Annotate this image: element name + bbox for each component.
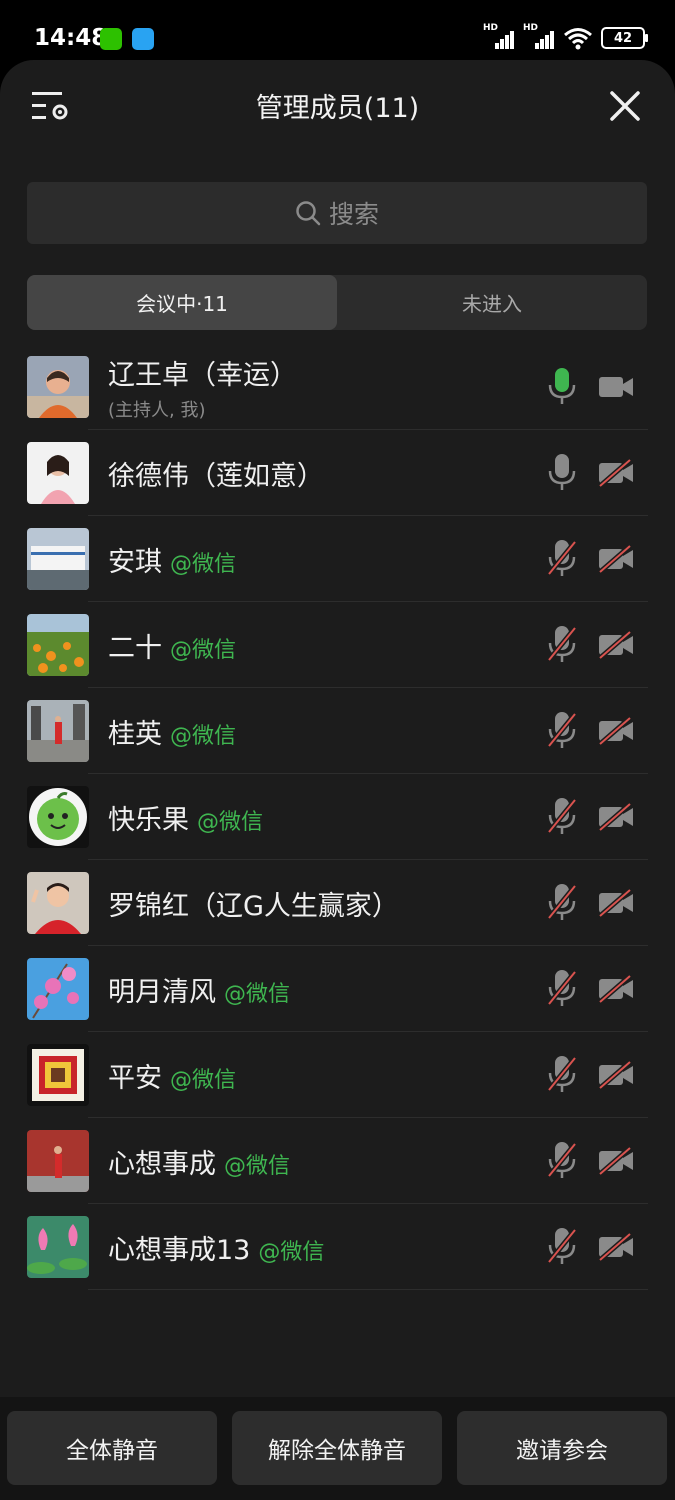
avatar xyxy=(27,528,89,590)
invite-button[interactable]: 邀请参会 xyxy=(457,1411,667,1485)
wifi-icon xyxy=(564,28,592,50)
member-name: 快乐果 xyxy=(108,804,189,836)
wechat-tag: @微信 xyxy=(170,551,237,577)
camera-off-icon[interactable] xyxy=(597,544,635,574)
avatar xyxy=(27,700,89,762)
status-bar: 14:48 HD HD 42 xyxy=(0,0,675,60)
camera-off-icon[interactable] xyxy=(597,1232,635,1262)
mic-off-icon[interactable] xyxy=(545,1054,579,1094)
wechat-tag: @微信 xyxy=(258,1239,325,1265)
member-row[interactable]: 罗锦红（辽G人生赢家） xyxy=(0,860,675,946)
mic-off-icon[interactable] xyxy=(545,796,579,836)
signal-hd-label-2: HD xyxy=(523,23,539,33)
mic-off-icon[interactable] xyxy=(545,1226,579,1266)
bottom-action-bar: 全体静音 解除全体静音 邀请参会 xyxy=(0,1397,675,1500)
avatar xyxy=(27,614,89,676)
avatar xyxy=(27,356,89,418)
member-row[interactable]: 心想事成 @微信 xyxy=(0,1118,675,1204)
mic-on-icon[interactable] xyxy=(545,366,579,406)
tab-in-meeting[interactable]: 会议中·11 xyxy=(27,275,337,330)
member-row[interactable]: 快乐果 @微信 xyxy=(0,774,675,860)
mic-off-icon[interactable] xyxy=(545,882,579,922)
member-row[interactable]: 安琪 @微信 xyxy=(0,516,675,602)
mic-off-icon[interactable] xyxy=(545,1140,579,1180)
row-divider xyxy=(88,1289,648,1290)
member-row[interactable]: 二十 @微信 xyxy=(0,602,675,688)
wechat-tag: @微信 xyxy=(170,1067,237,1093)
manage-members-sheet: 管理成员(11) 搜索 会议中·11 未进入 辽王卓（幸运） (主持人, 我) xyxy=(0,60,675,1500)
member-row[interactable]: 心想事成13 @微信 xyxy=(0,1204,675,1290)
member-row[interactable]: 平安 @微信 xyxy=(0,1032,675,1118)
camera-off-icon[interactable] xyxy=(597,1060,635,1090)
camera-off-icon[interactable] xyxy=(597,974,635,1004)
signal-icon-2: HD xyxy=(523,23,555,49)
member-name: 徐德伟（莲如意） xyxy=(108,460,324,492)
member-role: (主持人, 我) xyxy=(108,399,206,421)
member-name: 二十 xyxy=(108,632,162,664)
member-name: 安琪 xyxy=(108,546,162,578)
mic-off-icon[interactable] xyxy=(545,538,579,578)
tab-not-joined[interactable]: 未进入 xyxy=(337,275,647,330)
avatar xyxy=(27,442,89,504)
avatar xyxy=(27,786,89,848)
member-name: 明月清风 xyxy=(108,976,216,1008)
status-time: 14:48 xyxy=(34,25,108,51)
member-row[interactable]: 徐德伟（莲如意） xyxy=(0,430,675,516)
avatar xyxy=(27,1216,89,1278)
mic-off-icon[interactable] xyxy=(545,968,579,1008)
member-name: 心想事成 xyxy=(108,1148,216,1180)
mute-all-button[interactable]: 全体静音 xyxy=(7,1411,217,1485)
camera-off-icon[interactable] xyxy=(597,888,635,918)
member-list: 辽王卓（幸运） (主持人, 我) 徐德伟（莲如意） 安琪 @微信 二十 @微信 … xyxy=(0,344,675,1290)
search-placeholder: 搜索 xyxy=(328,200,379,229)
camera-off-icon[interactable] xyxy=(597,458,635,488)
member-name: 平安 xyxy=(108,1062,162,1094)
wechat-tag: @微信 xyxy=(170,637,237,663)
avatar xyxy=(27,958,89,1020)
member-name: 辽王卓（幸运） xyxy=(108,359,297,391)
member-name: 心想事成13 xyxy=(108,1234,251,1266)
signal-hd-label: HD xyxy=(483,23,499,33)
camera-off-icon[interactable] xyxy=(597,802,635,832)
avatar xyxy=(27,1130,89,1192)
status-indicators: HD HD 42 xyxy=(483,23,648,50)
camera-off-icon[interactable] xyxy=(597,716,635,746)
member-name: 桂英 xyxy=(108,718,162,750)
member-row[interactable]: 桂英 @微信 xyxy=(0,688,675,774)
search-input[interactable]: 搜索 xyxy=(27,182,647,244)
wechat-tag: @微信 xyxy=(197,809,264,835)
page-title: 管理成员(11) xyxy=(255,93,420,124)
signal-icon: HD xyxy=(483,23,515,49)
unmute-all-button[interactable]: 解除全体静音 xyxy=(232,1411,442,1485)
wechat-tag: @微信 xyxy=(224,981,291,1007)
member-row[interactable]: 明月清风 @微信 xyxy=(0,946,675,1032)
close-icon[interactable] xyxy=(609,90,641,122)
member-row[interactable]: 辽王卓（幸运） (主持人, 我) xyxy=(0,344,675,430)
camera-icon[interactable] xyxy=(597,372,635,402)
member-tabs: 会议中·11 未进入 xyxy=(27,275,647,330)
search-icon xyxy=(296,201,321,226)
wechat-tag: @微信 xyxy=(224,1153,291,1179)
mic-icon[interactable] xyxy=(545,452,579,492)
member-name: 罗锦红（辽G人生赢家） xyxy=(108,890,399,922)
avatar xyxy=(27,872,89,934)
battery-icon: 42 xyxy=(601,27,648,49)
camera-off-icon[interactable] xyxy=(597,630,635,660)
wechat-notification-icon xyxy=(100,28,122,50)
mic-off-icon[interactable] xyxy=(545,710,579,750)
cloud-notification-icon xyxy=(132,28,154,50)
camera-off-icon[interactable] xyxy=(597,1146,635,1176)
mic-off-icon[interactable] xyxy=(545,624,579,664)
wechat-tag: @微信 xyxy=(170,723,237,749)
avatar xyxy=(27,1044,89,1106)
